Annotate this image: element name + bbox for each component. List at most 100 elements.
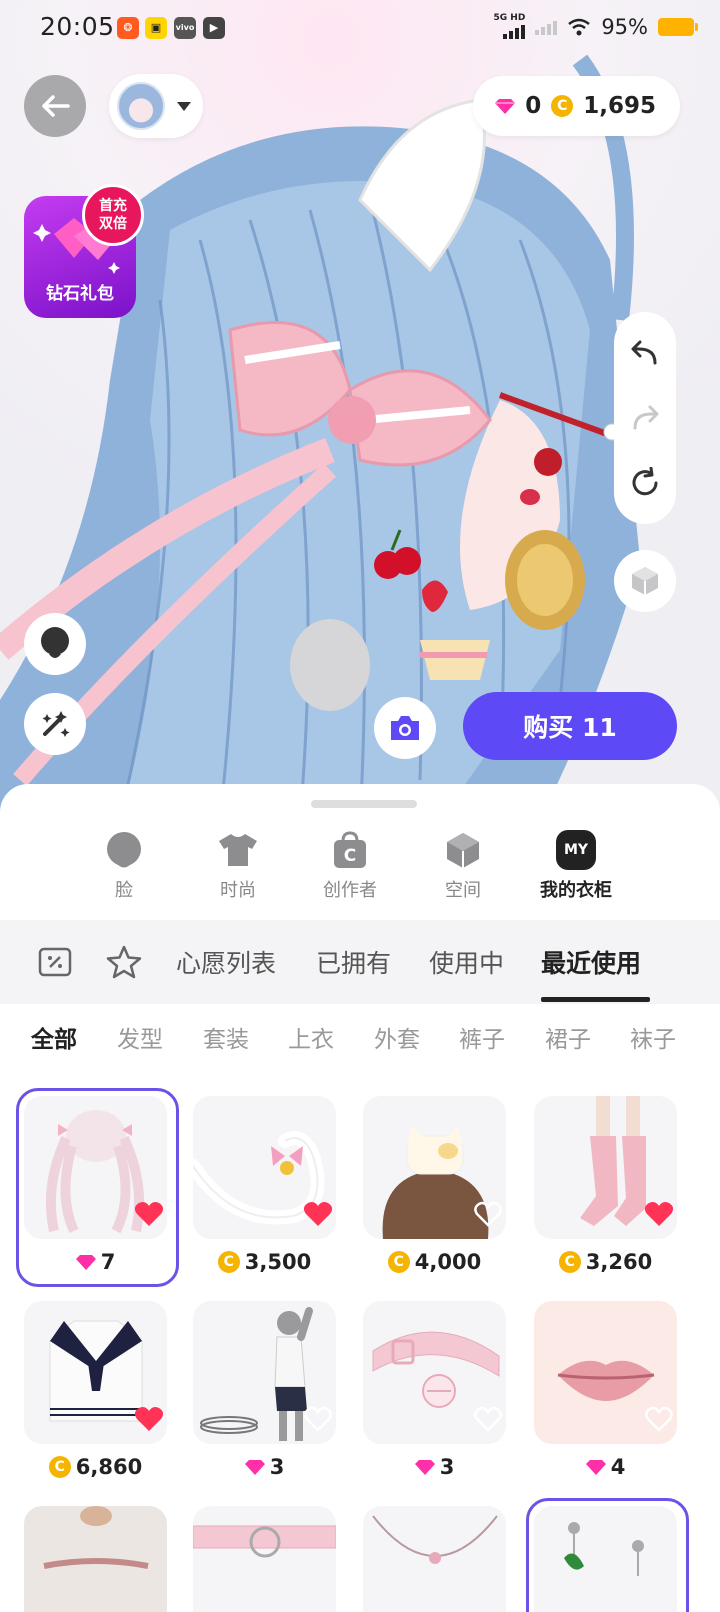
diamond-icon: [585, 1460, 606, 1475]
space-view-button[interactable]: [614, 550, 676, 612]
battery-percent: 95%: [601, 14, 648, 39]
filter-row: 全部 发型 套装 上衣 外套 裤子 裙子 袜子: [0, 1020, 720, 1060]
heart-outline-icon[interactable]: [473, 1405, 503, 1433]
coin-icon: C: [387, 1251, 410, 1273]
badge-line-1: 首充: [99, 198, 127, 214]
star-icon[interactable]: [106, 945, 142, 979]
item-thumbnail: [24, 1506, 167, 1612]
app-notification-icon: ❂: [117, 17, 139, 39]
status-bar: 20:05 ❂ ▣ vivo ▶ 5G HD 95%: [0, 0, 720, 56]
category-creator[interactable]: C 创作者: [300, 828, 400, 902]
magic-wand-icon: [42, 711, 70, 737]
category-fashion[interactable]: 时尚: [188, 828, 288, 902]
item-price: 4: [534, 1455, 677, 1479]
heart-icon[interactable]: [644, 1200, 674, 1228]
back-button[interactable]: [24, 75, 86, 137]
filter-socks[interactable]: 袜子: [630, 1020, 676, 1054]
badge-line-2: 双倍: [99, 216, 127, 232]
tab-owned[interactable]: 已拥有: [316, 944, 391, 980]
currency-balance[interactable]: 0 C 1,695: [473, 76, 680, 136]
filter-top[interactable]: 上衣: [288, 1020, 334, 1054]
coin-icon: C: [48, 1456, 71, 1478]
item-price-value: 3: [439, 1455, 455, 1479]
undo-icon[interactable]: [629, 337, 661, 367]
signal-icon: [503, 23, 526, 39]
filter-skirt[interactable]: 裙子: [545, 1020, 591, 1054]
necklace-image: [372, 1515, 498, 1564]
coin-icon: C: [217, 1251, 240, 1273]
category-label: 创作者: [323, 880, 377, 901]
category-my-wardrobe[interactable]: MY 我的衣柜: [526, 828, 626, 902]
avatar-preview[interactable]: 20:05 ❂ ▣ vivo ▶ 5G HD 95% 0 C 1,695 钻石礼…: [0, 0, 720, 820]
heart-outline-icon[interactable]: [644, 1405, 674, 1433]
diamond-balance: 0: [525, 93, 542, 119]
category-label: 空间: [445, 880, 481, 901]
filter-outfit[interactable]: 套装: [203, 1020, 249, 1054]
avatar: [117, 82, 165, 130]
coin-icon: C: [558, 1251, 581, 1273]
camera-icon: [391, 716, 419, 740]
tshirt-icon: [219, 834, 257, 866]
heart-icon[interactable]: [134, 1200, 164, 1228]
filter-all[interactable]: 全部: [31, 1020, 77, 1054]
filter-pants[interactable]: 裤子: [459, 1020, 505, 1054]
wardrobe-sheet: 脸 时尚 C 创作者 空间 MY 我的衣柜 心愿列表 已拥有 使用中 最近使用 …: [0, 784, 720, 1612]
heart-icon[interactable]: [303, 1200, 333, 1228]
heart-outline-icon[interactable]: [473, 1200, 503, 1228]
diamond-icon: [75, 1255, 96, 1270]
category-bar: 脸 时尚 C 创作者 空间 MY 我的衣柜: [0, 828, 720, 920]
buy-button[interactable]: 购买 11: [463, 692, 677, 760]
diamond-icon: [495, 99, 516, 114]
my-wardrobe-icon: MY: [556, 830, 596, 870]
item-price-value: 3: [269, 1455, 285, 1479]
item-price: C 4,000: [363, 1250, 506, 1274]
item-price: C 6,860: [24, 1455, 167, 1479]
svg-text:C: C: [344, 846, 356, 866]
face-icon: [107, 832, 141, 868]
coin-balance: 1,695: [583, 93, 656, 119]
category-label: 我的衣柜: [540, 880, 612, 901]
redo-icon[interactable]: [629, 402, 661, 432]
avatar-switcher[interactable]: [109, 74, 203, 138]
item-thumbnail: [193, 1506, 336, 1612]
gift-pack-label: 钻石礼包: [46, 284, 114, 304]
network-label: 5G HD: [493, 13, 526, 23]
category-label: 时尚: [220, 880, 256, 901]
cherry-earrings-image: [564, 1522, 644, 1576]
item-price-value: 6,860: [75, 1455, 143, 1479]
item-price: C 3,260: [534, 1250, 677, 1274]
sheet-handle[interactable]: [311, 800, 417, 808]
creator-bag-icon: C: [334, 831, 366, 868]
nose-ring-image: [43, 1506, 149, 1569]
coupon-icon[interactable]: [38, 946, 72, 978]
filter-jacket[interactable]: 外套: [374, 1020, 420, 1054]
diamond-gift-pack-button[interactable]: 钻石礼包 首充 双倍: [24, 184, 144, 318]
wifi-icon: [568, 18, 591, 35]
cube-icon: [447, 833, 479, 868]
first-charge-badge: 首充 双倍: [82, 184, 144, 246]
magic-edit-button[interactable]: [24, 693, 86, 755]
face-view-button[interactable]: [24, 613, 86, 675]
status-right: 5G HD 95%: [493, 13, 698, 39]
item-thumbnail: [534, 1506, 677, 1612]
status-time: 20:05: [40, 12, 115, 41]
active-tab-indicator: [541, 997, 650, 1002]
item-price: 3: [363, 1455, 506, 1479]
heart-icon[interactable]: [134, 1405, 164, 1433]
reset-icon[interactable]: [629, 466, 661, 499]
category-space[interactable]: 空间: [413, 828, 513, 902]
diamond-icon: [244, 1460, 265, 1475]
battery-icon: [658, 17, 698, 36]
coin-icon: C: [551, 95, 574, 117]
item-price: C 3,500: [193, 1250, 336, 1274]
tab-recently-used[interactable]: 最近使用: [541, 944, 641, 980]
back-arrow-icon: [42, 95, 70, 117]
tab-in-use[interactable]: 使用中: [429, 944, 504, 980]
category-face[interactable]: 脸: [74, 828, 174, 902]
pink-belt-image: [193, 1525, 336, 1558]
camera-button[interactable]: [374, 697, 436, 759]
filter-hair[interactable]: 发型: [117, 1020, 163, 1054]
heart-outline-icon[interactable]: [303, 1405, 333, 1433]
diamond-icon: [414, 1460, 435, 1475]
tab-wishlist[interactable]: 心愿列表: [176, 944, 276, 980]
